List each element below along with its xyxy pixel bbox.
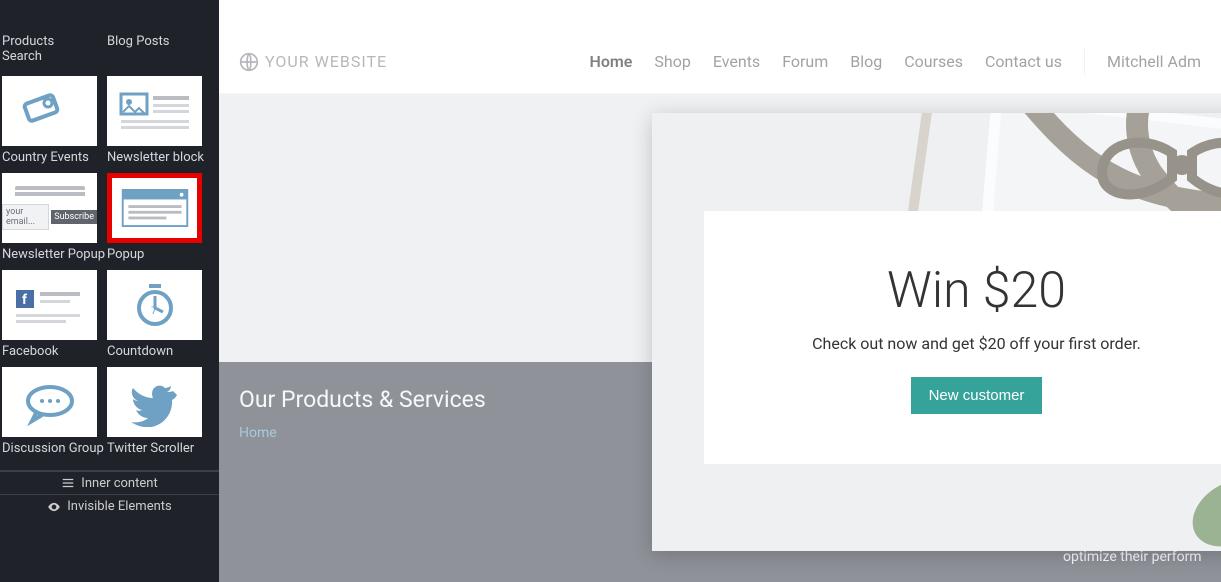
- thumb-placeholder: your email...: [2, 204, 49, 230]
- block-caption: Popup: [107, 247, 202, 262]
- block-caption: Newsletter block: [107, 150, 202, 165]
- block-caption: Facebook: [2, 344, 97, 359]
- block-twitter-scroller[interactable]: Twitter Scroller: [107, 367, 202, 456]
- block-caption: Discussion Group: [2, 441, 97, 456]
- popup-modal: × Win $20 Check out now and get $20 off …: [652, 113, 1221, 551]
- svg-text:7: 7: [151, 306, 157, 317]
- popup-subtitle: Check out now and get $20 off your first…: [812, 334, 1141, 353]
- inner-content-section[interactable]: Inner content: [0, 470, 219, 494]
- block-discussion-group[interactable]: Discussion Group: [2, 367, 97, 456]
- eye-icon: [47, 500, 61, 514]
- popup-title: Win $20: [887, 262, 1066, 320]
- block-popup[interactable]: Popup: [107, 173, 202, 262]
- thumb-subscribe: Subscribe: [51, 210, 97, 224]
- inner-content-label: Inner content: [81, 476, 157, 491]
- list-icon: [61, 476, 75, 490]
- block-facebook[interactable]: f Facebook: [2, 270, 97, 359]
- invisible-elements-section[interactable]: Invisible Elements: [0, 494, 219, 518]
- block-label: Products Search: [2, 34, 97, 64]
- block-country-events[interactable]: Country Events: [2, 76, 97, 165]
- invisible-elements-label: Invisible Elements: [67, 499, 172, 514]
- block-countdown[interactable]: 7 Countdown: [107, 270, 202, 359]
- block-label-row: Products Search Blog Posts: [0, 30, 219, 68]
- popup-card: Win $20 Check out now and get $20 off yo…: [704, 211, 1221, 464]
- block-label: Blog Posts: [107, 34, 169, 64]
- new-customer-button[interactable]: New customer: [911, 377, 1043, 414]
- block-caption: Country Events: [2, 150, 97, 165]
- block-caption: Countdown: [107, 344, 202, 359]
- block-caption: Newsletter Popup: [2, 247, 97, 262]
- block-newsletter-popup[interactable]: your email... Subscribe Newsletter Popup: [2, 173, 97, 262]
- block-caption: Twitter Scroller: [107, 441, 202, 456]
- website-preview: YOUR WEBSITE Home Shop Events Forum Blog…: [219, 0, 1221, 582]
- block-newsletter-block[interactable]: Newsletter block: [107, 76, 202, 165]
- blocks-sidebar: Products Search Blog Posts Country Event…: [0, 0, 219, 582]
